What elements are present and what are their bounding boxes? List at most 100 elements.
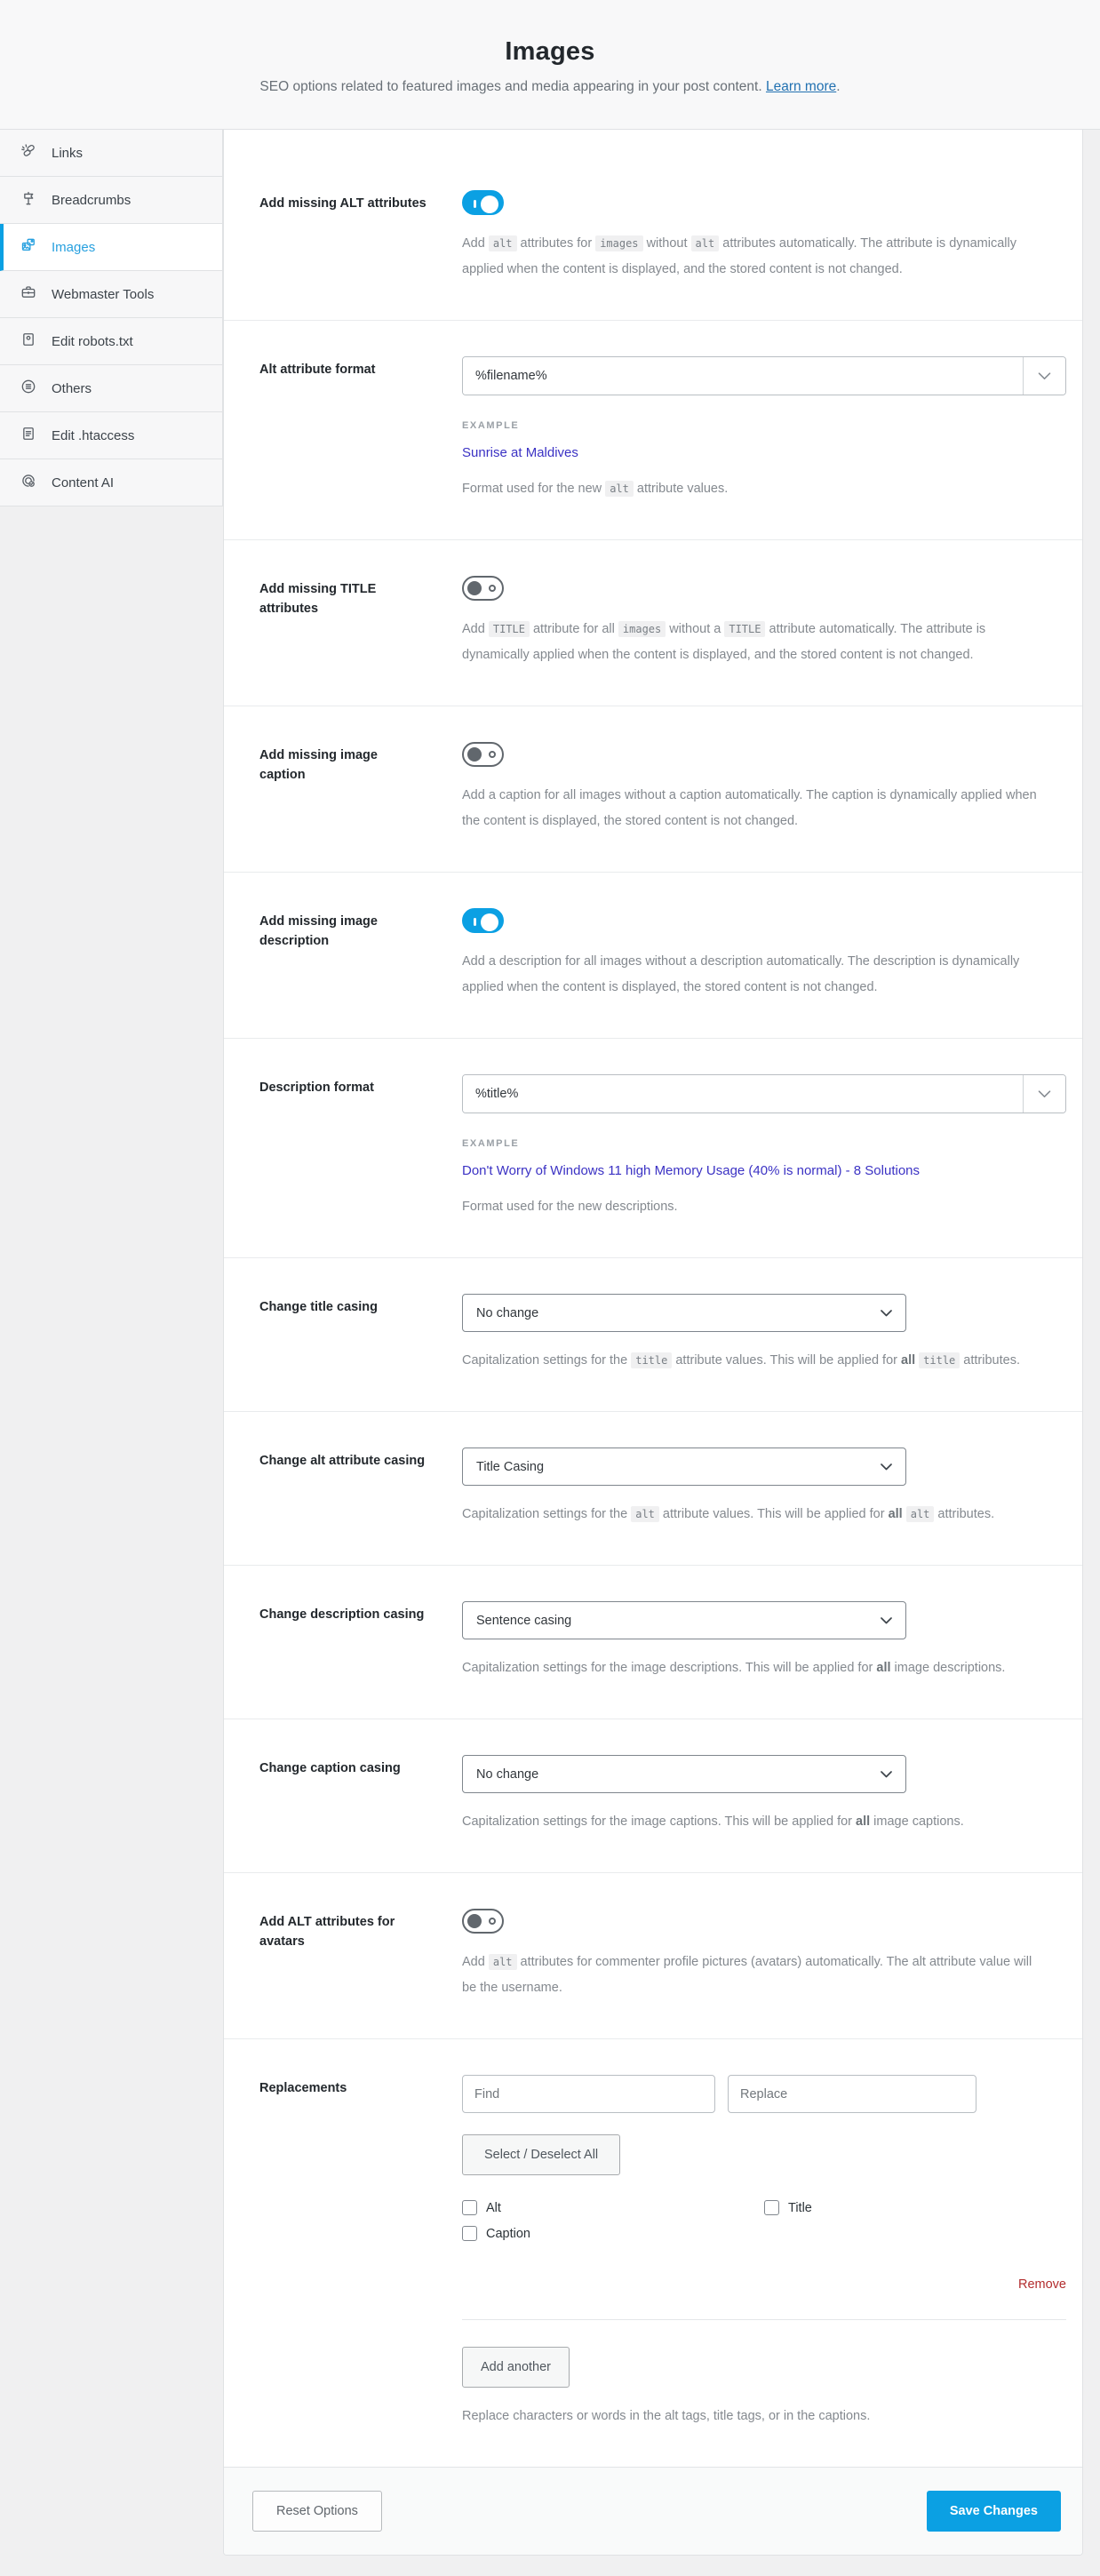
setting-description: Replace characters or words in the alt t… bbox=[462, 2409, 871, 2423]
sidebar-item-label: Edit robots.txt bbox=[52, 333, 133, 349]
sidebar-item-webmaster-tools[interactable]: Webmaster Tools bbox=[0, 271, 222, 318]
save-changes-button[interactable]: Save Changes bbox=[926, 2491, 1061, 2532]
setting-label: Add missing TITLE attributes bbox=[259, 582, 377, 617]
sidebar-item-breadcrumbs[interactable]: Breadcrumbs bbox=[0, 177, 222, 224]
settings-footer: Reset Options Save Changes bbox=[224, 2467, 1082, 2555]
add-missing-description-toggle[interactable] bbox=[462, 908, 504, 933]
add-missing-caption-toggle[interactable] bbox=[462, 742, 504, 767]
select-deselect-all-button[interactable]: Select / Deselect All bbox=[462, 2134, 621, 2175]
setting-description: Capitalization settings for the alt attr… bbox=[462, 1506, 995, 1522]
setting-row-replacements: Replacements Select / Deselect All Alt bbox=[224, 2039, 1082, 2467]
setting-row-add-missing-caption: Add missing image caption Add a caption … bbox=[224, 706, 1082, 873]
reset-options-button[interactable]: Reset Options bbox=[252, 2491, 382, 2532]
chevron-down-icon bbox=[881, 1460, 892, 1474]
example-link: Don't Worry of Windows 11 high Memory Us… bbox=[462, 1163, 921, 1178]
alt-format-input[interactable] bbox=[463, 357, 1023, 395]
replace-input[interactable] bbox=[728, 2075, 976, 2113]
fingerprint-check-icon bbox=[20, 472, 37, 493]
setting-row-change-alt-casing: Change alt attribute casing Title Casing… bbox=[224, 1412, 1082, 1566]
alt-format-dropdown-button[interactable] bbox=[1023, 357, 1065, 395]
sidebar-item-label: Content AI bbox=[52, 475, 115, 490]
chevron-down-icon bbox=[1038, 1088, 1051, 1101]
checkbox-label: Caption bbox=[486, 2226, 530, 2241]
add-missing-alt-toggle[interactable] bbox=[462, 190, 504, 215]
title-casing-select[interactable]: No change bbox=[462, 1294, 906, 1332]
chevron-down-icon bbox=[881, 1306, 892, 1320]
setting-description: Capitalization settings for the image de… bbox=[462, 1661, 1006, 1675]
sidebar-item-links[interactable]: Links bbox=[0, 130, 222, 177]
setting-description: Add TITLE attribute for all images witho… bbox=[462, 621, 986, 662]
alt-casing-select[interactable]: Title Casing bbox=[462, 1448, 906, 1486]
setting-description: Format used for the new descriptions. bbox=[462, 1200, 678, 1214]
rank-math-images-settings-page: Images SEO options related to featured i… bbox=[0, 0, 1100, 2576]
setting-description: Add a description for all images without… bbox=[462, 954, 1020, 994]
page-title: Images bbox=[505, 37, 595, 66]
learn-more-link[interactable]: Learn more bbox=[766, 79, 836, 94]
setting-label: Add missing ALT attributes bbox=[259, 196, 426, 211]
replacements-divider bbox=[462, 2319, 1066, 2320]
page-subtitle: SEO options related to featured images a… bbox=[259, 79, 841, 94]
list-circle-icon bbox=[20, 378, 37, 399]
find-input[interactable] bbox=[462, 2075, 715, 2113]
sidebar-item-edit-htaccess[interactable]: Edit .htaccess bbox=[0, 412, 222, 459]
setting-label: Change title casing bbox=[259, 1300, 378, 1314]
checkbox-box bbox=[462, 2200, 477, 2215]
chevron-down-icon bbox=[881, 1767, 892, 1782]
title-checkbox[interactable]: Title bbox=[764, 2200, 1066, 2215]
document-icon bbox=[20, 425, 37, 446]
description-format-input[interactable] bbox=[463, 1075, 1023, 1113]
description-format-dropdown-button[interactable] bbox=[1023, 1075, 1065, 1113]
setting-description: Add a caption for all images without a c… bbox=[462, 788, 1037, 828]
setting-row-avatar-alt: Add ALT attributes for avatars Add alt a… bbox=[224, 1873, 1082, 2039]
setting-row-change-title-casing: Change title casing No change Capitaliza… bbox=[224, 1258, 1082, 1412]
avatar-alt-toggle[interactable] bbox=[462, 1909, 504, 1934]
setting-row-alt-attribute-format: Alt attribute format EXAMPLE Sunrise at … bbox=[224, 321, 1082, 540]
sidebar-item-label: Breadcrumbs bbox=[52, 192, 132, 208]
remove-replacement-link[interactable]: Remove bbox=[1018, 2277, 1066, 2292]
chevron-down-icon bbox=[881, 1614, 892, 1628]
description-casing-select[interactable]: Sentence casing bbox=[462, 1601, 906, 1639]
settings-panel: Add missing ALT attributes Add alt attri… bbox=[223, 130, 1083, 2556]
sidebar-item-label: Edit .htaccess bbox=[52, 427, 135, 443]
sidebar-item-others[interactable]: Others bbox=[0, 365, 222, 412]
add-missing-title-toggle[interactable] bbox=[462, 576, 504, 601]
sidebar-item-edit-robots[interactable]: Edit robots.txt bbox=[0, 318, 222, 365]
page-header: Images SEO options related to featured i… bbox=[0, 0, 1100, 130]
checkbox-label: Title bbox=[788, 2200, 812, 2215]
sidebar-item-label: Others bbox=[52, 380, 92, 396]
setting-description: Format used for the new alt attribute va… bbox=[462, 481, 729, 497]
sidebar-item-images[interactable]: Images bbox=[0, 224, 222, 271]
setting-label: Description format bbox=[259, 1081, 374, 1095]
setting-row-add-missing-description: Add missing image description Add a desc… bbox=[224, 873, 1082, 1039]
signpost-icon bbox=[20, 189, 37, 211]
sidebar-item-label: Webmaster Tools bbox=[52, 286, 155, 302]
checkbox-box bbox=[764, 2200, 779, 2215]
setting-label: Change caption casing bbox=[259, 1761, 401, 1775]
settings-sidebar: Links Breadcrumbs Images Webmaster Tools… bbox=[0, 130, 223, 506]
setting-description: Capitalization settings for the title at… bbox=[462, 1352, 1020, 1368]
settings-layout: Links Breadcrumbs Images Webmaster Tools… bbox=[0, 130, 1100, 2576]
setting-label: Add missing image description bbox=[259, 914, 378, 949]
checkbox-box bbox=[462, 2226, 477, 2241]
sidebar-item-content-ai[interactable]: Content AI bbox=[0, 459, 222, 506]
setting-row-description-format: Description format EXAMPLE Don't Worry o… bbox=[224, 1039, 1082, 1258]
setting-description: Add alt attributes for commenter profile… bbox=[462, 1954, 1032, 1995]
setting-row-change-caption-casing: Change caption casing No change Capitali… bbox=[224, 1719, 1082, 1873]
images-icon bbox=[20, 236, 37, 258]
caption-checkbox[interactable]: Caption bbox=[462, 2226, 764, 2241]
caption-casing-select[interactable]: No change bbox=[462, 1755, 906, 1793]
alt-checkbox[interactable]: Alt bbox=[462, 2200, 764, 2215]
example-link: Sunrise at Maldives bbox=[462, 445, 578, 460]
setting-row-add-missing-title: Add missing TITLE attributes Add TITLE a… bbox=[224, 540, 1082, 706]
setting-row-change-description-casing: Change description casing Sentence casin… bbox=[224, 1566, 1082, 1719]
add-another-button[interactable]: Add another bbox=[462, 2347, 570, 2388]
chevron-down-icon bbox=[1038, 370, 1051, 383]
robots-file-icon bbox=[20, 331, 37, 352]
alt-format-combobox bbox=[462, 356, 1066, 395]
setting-label: Change description casing bbox=[259, 1607, 425, 1622]
setting-description: Capitalization settings for the image ca… bbox=[462, 1814, 964, 1829]
select-value: Sentence casing bbox=[476, 1613, 572, 1628]
example-label: EXAMPLE bbox=[462, 420, 520, 431]
sidebar-item-label: Links bbox=[52, 145, 84, 161]
replacement-target-checkboxes: Alt Title Caption bbox=[462, 2200, 1066, 2241]
